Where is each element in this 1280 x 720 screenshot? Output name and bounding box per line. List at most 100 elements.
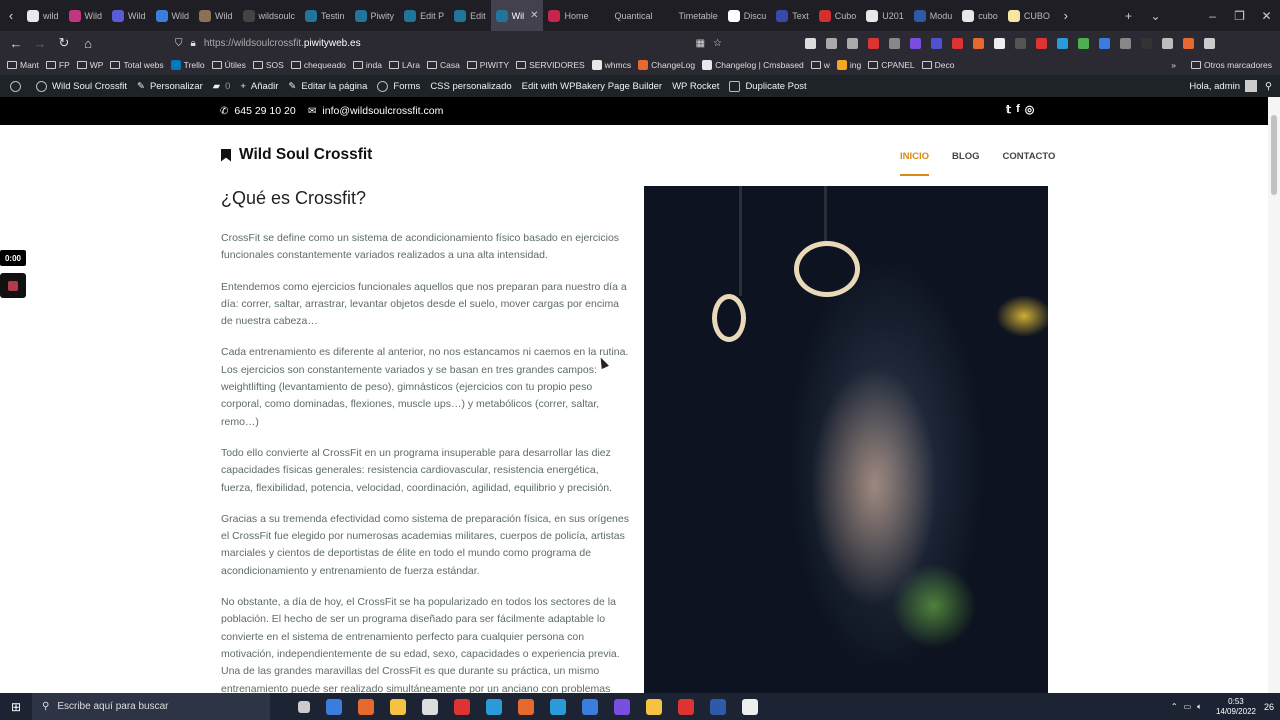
extension-icon[interactable] — [1078, 37, 1089, 49]
bookmark-item[interactable]: CPANEL — [868, 60, 915, 70]
extension-icon[interactable] — [931, 37, 942, 49]
library-icon[interactable] — [847, 37, 858, 49]
bookmark-item[interactable]: ChangeLog — [638, 60, 695, 70]
browser-tab[interactable]: Wild — [64, 0, 108, 31]
sublime-icon[interactable] — [518, 698, 534, 715]
browser-tab[interactable]: U201 — [861, 0, 909, 31]
lock-icon[interactable]: 🔒︎ — [191, 38, 196, 49]
facebook-icon[interactable]: f — [1016, 103, 1020, 116]
bookmark-item[interactable]: WP — [76, 60, 103, 70]
minimize-button[interactable]: – — [1199, 9, 1226, 23]
email-contact[interactable]: ✉ info@wildsoulcrossfit.com — [308, 105, 443, 117]
wp-rocket[interactable]: WP Rocket — [672, 81, 719, 92]
forward-icon[interactable]: → — [28, 36, 52, 51]
browser-tab[interactable]: Piwity — [350, 0, 400, 31]
close-tab-icon[interactable]: ✕ — [530, 10, 538, 21]
bookmark-item[interactable]: FP — [45, 60, 70, 70]
bookmark-item[interactable]: SOS — [252, 60, 284, 70]
wp-wpbakery[interactable]: Edit with WPBakery Page Builder — [522, 81, 662, 92]
wp-logo-menu[interactable] — [10, 80, 26, 92]
bookmark-item[interactable]: SERVIDORES — [516, 60, 585, 70]
extension-icon[interactable] — [973, 37, 984, 49]
word-icon[interactable] — [710, 698, 726, 715]
menu-icon[interactable] — [1204, 37, 1215, 49]
browser-tab[interactable]: Timetable — [658, 0, 723, 31]
extension-icon[interactable] — [1183, 37, 1194, 49]
avatar[interactable] — [1245, 80, 1258, 92]
menu-item-contacto[interactable]: CONTACTO — [1002, 151, 1055, 176]
wp-custom-css[interactable]: CSS personalizado — [430, 81, 511, 92]
bookmarks-overflow-icon[interactable]: » — [1171, 60, 1176, 70]
tab-scroll-right-button[interactable]: › — [1055, 0, 1077, 31]
app-icon[interactable] — [614, 698, 630, 715]
bookmark-item[interactable]: PIWITY — [466, 60, 509, 70]
reload-icon[interactable]: ↻ — [52, 35, 76, 51]
notepad-icon[interactable] — [742, 698, 758, 715]
back-icon[interactable]: ← — [4, 36, 28, 51]
instagram-icon[interactable]: ◎ — [1025, 103, 1035, 116]
new-tab-button[interactable]: + — [1115, 9, 1142, 23]
search-icon[interactable]: ⚲ — [1265, 81, 1272, 92]
wp-customize[interactable]: ✎ Personalizar — [137, 81, 203, 92]
volume-icon[interactable]: 🔈︎ — [1197, 702, 1202, 712]
browser-tab[interactable]: CUBO — [1003, 0, 1055, 31]
firefox-icon[interactable] — [358, 698, 374, 715]
tab-list-button[interactable]: ⌄ — [1142, 9, 1169, 23]
extension-icon[interactable] — [1120, 37, 1131, 49]
browser-tab[interactable]: Testin — [300, 0, 350, 31]
extension-icon[interactable] — [1141, 37, 1152, 49]
close-window-button[interactable]: ✕ — [1253, 9, 1280, 23]
browser-tab[interactable]: cubo — [957, 0, 1003, 31]
tab-scroll-left-button[interactable]: ‹ — [0, 0, 22, 31]
menu-item-inicio[interactable]: INICIO — [900, 151, 930, 176]
bookmark-item[interactable]: Deco — [921, 60, 955, 70]
browser-tab[interactable]: Text — [771, 0, 814, 31]
browser-tab[interactable]: Edit — [449, 0, 491, 31]
browser-tab[interactable]: Wild — [194, 0, 238, 31]
notifications-badge[interactable]: 26 — [1264, 702, 1274, 712]
wp-duplicate-post[interactable]: Duplicate Post — [729, 80, 807, 92]
bookmark-item[interactable]: Mant — [7, 60, 39, 70]
app-icon[interactable] — [422, 698, 438, 715]
menu-item-blog[interactable]: BLOG — [952, 151, 979, 176]
extension-icon[interactable] — [952, 37, 963, 49]
bookmark-item[interactable]: LAra — [388, 60, 420, 70]
extension-icon[interactable] — [1036, 37, 1047, 49]
scrollbar-thumb[interactable] — [1271, 115, 1277, 195]
qr-icon[interactable]: ▦ — [696, 38, 705, 49]
tray-arrow-icon[interactable]: ⌃ — [1171, 702, 1178, 711]
wp-my-account[interactable]: Hola, admin — [1189, 81, 1240, 92]
shield-icon[interactable]: ⛉ — [175, 38, 183, 49]
bookmark-item[interactable]: w — [810, 60, 830, 70]
browser-tab[interactable]: wild — [22, 0, 64, 31]
browser-tab[interactable]: Cubo — [814, 0, 862, 31]
windows-start-icon[interactable]: ⊞ — [0, 700, 32, 714]
chrome-icon[interactable] — [486, 698, 502, 715]
extension-icon[interactable] — [1057, 37, 1068, 49]
app-icon[interactable] — [326, 698, 342, 715]
download-icon[interactable] — [826, 37, 837, 49]
browser-tab[interactable]: Modu — [909, 0, 958, 31]
browser-tab[interactable]: Discu — [723, 0, 772, 31]
home-icon[interactable]: ⌂ — [76, 36, 100, 51]
bookmark-item[interactable]: Útiles — [211, 60, 246, 70]
wp-site-name[interactable]: Wild Soul Crossfit — [36, 80, 127, 92]
wp-edit-page[interactable]: ✎ Editar la página — [288, 81, 367, 92]
bookmark-item[interactable]: Changelog | Cmsbased — [702, 60, 804, 70]
site-logo[interactable]: Wild Soul Crossfit — [221, 146, 372, 164]
browser-tab[interactable]: Wild — [107, 0, 151, 31]
bookmark-item[interactable]: chequeado — [290, 60, 346, 70]
folder-icon[interactable] — [390, 698, 406, 715]
bookmark-item[interactable]: whmcs — [591, 60, 631, 70]
browser-tab[interactable]: Home — [543, 0, 593, 31]
browser-tab[interactable]: Quantical — [594, 0, 658, 31]
browser-tab[interactable]: Wild — [151, 0, 195, 31]
record-button[interactable] — [0, 273, 26, 298]
bookmark-item[interactable]: Total webs — [110, 60, 164, 70]
bookmark-star-icon[interactable]: ☆ — [713, 38, 722, 49]
app-icon[interactable] — [454, 698, 470, 715]
acrobat-icon[interactable] — [678, 698, 694, 715]
bookmark-item[interactable]: inda — [352, 60, 382, 70]
browser-tab[interactable]: wildsoulc — [238, 0, 301, 31]
wp-comments[interactable]: ▰ 0 — [213, 81, 231, 92]
